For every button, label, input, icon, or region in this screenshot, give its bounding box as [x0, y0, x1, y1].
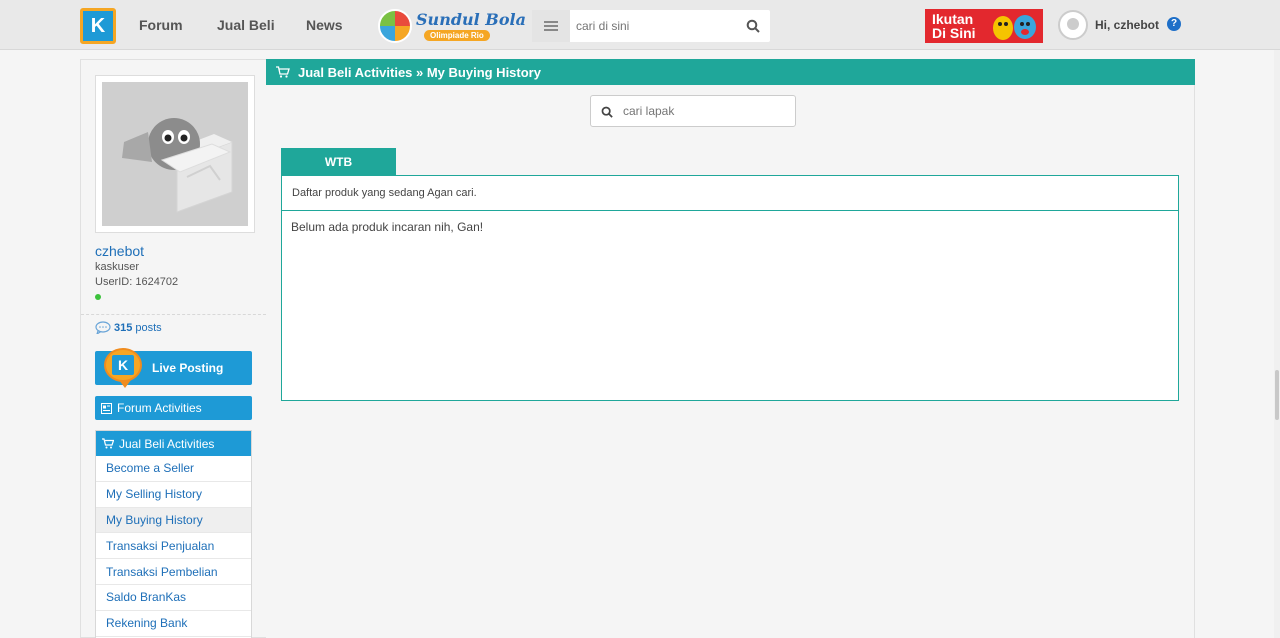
user-avatar[interactable] [1058, 10, 1088, 40]
top-navbar: K Forum Jual Beli News Sundul Bola Olimp… [0, 0, 1280, 50]
user-greeting[interactable]: Hi, czhebot [1095, 18, 1159, 32]
nav-jual-beli[interactable]: Jual Beli [217, 17, 275, 33]
online-status-indicator [95, 294, 101, 300]
live-posting-k: K [112, 355, 134, 375]
search-icon[interactable] [601, 106, 613, 118]
lapak-search-input[interactable] [623, 96, 783, 126]
divider [81, 314, 266, 315]
live-posting-icon: K [104, 348, 142, 388]
live-posting-label: Live Posting [152, 361, 224, 375]
menu-transaksi-pembelian[interactable]: Transaksi Pembelian [96, 559, 251, 585]
menu-buying-history[interactable]: My Buying History [96, 507, 251, 534]
main-content: Jual Beli Activities » My Buying History… [266, 59, 1195, 638]
mascot-box-icon [122, 118, 233, 213]
user-rank: kaskuser [95, 261, 140, 273]
live-posting-button[interactable]: K Live Posting [95, 348, 252, 388]
global-search [532, 10, 770, 42]
search-icon[interactable] [746, 19, 760, 33]
posts-link[interactable]: 315 posts [95, 321, 162, 334]
menu-button[interactable] [532, 10, 570, 42]
posts-label: posts [135, 321, 162, 334]
ball-icon [378, 9, 412, 43]
jual-beli-title: Jual Beli Activities [119, 436, 215, 451]
posts-count: 315 [114, 321, 133, 334]
ad-banner[interactable]: Ikutan Di Sini [925, 9, 1043, 43]
promo-title: Sundul Bola [416, 10, 526, 29]
list-icon [101, 402, 112, 414]
profile-sidebar: czhebot kaskuser UserID: 1624702 315 pos… [80, 59, 267, 638]
hamburger-icon [544, 21, 558, 31]
jual-beli-header[interactable]: Jual Beli Activities [96, 431, 251, 456]
forum-activities-label: Forum Activities [117, 401, 202, 415]
wtb-description: Daftar produk yang sedang Agan cari. [282, 176, 1178, 211]
help-icon[interactable]: ? [1167, 17, 1181, 31]
menu-selling-history[interactable]: My Selling History [96, 481, 251, 508]
logo-text: K [90, 14, 106, 37]
username-link[interactable]: czhebot [95, 243, 144, 259]
wtb-panel: Daftar produk yang sedang Agan cari. Bel… [281, 175, 1179, 401]
avatar-icon [1067, 18, 1079, 30]
nav-forum[interactable]: Forum [139, 17, 183, 33]
forum-activities-button[interactable]: Forum Activities [95, 396, 252, 420]
user-id: UserID: 1624702 [95, 276, 179, 288]
promo-subtitle: Olimpiade Rio [424, 30, 490, 41]
jual-beli-menu: Jual Beli Activities Become a Seller My … [95, 430, 252, 638]
empty-state-message: Belum ada produk incaran nih, Gan! [291, 220, 484, 234]
cart-icon [276, 66, 290, 78]
scrollbar-thumb[interactable] [1275, 370, 1279, 420]
menu-rekening-bank[interactable]: Rekening Bank [96, 610, 251, 637]
menu-transaksi-penjualan[interactable]: Transaksi Penjualan [96, 533, 251, 560]
chat-bubble-icon [95, 321, 111, 334]
search-input[interactable] [576, 10, 736, 42]
sundul-bola-logo[interactable]: Sundul Bola Olimpiade Rio [378, 9, 526, 43]
menu-saldo-brankas[interactable]: Saldo BranKas [96, 584, 251, 611]
default-avatar [102, 82, 248, 226]
breadcrumb: Jual Beli Activities » My Buying History [298, 64, 541, 80]
mascot-icon [993, 15, 1036, 40]
profile-avatar[interactable] [95, 75, 255, 233]
tab-wtb[interactable]: WTB [281, 148, 396, 181]
cart-icon [102, 438, 114, 449]
kaskus-logo[interactable]: K [80, 8, 116, 44]
lapak-search [590, 95, 796, 127]
page-title-bar: Jual Beli Activities » My Buying History [266, 59, 1195, 85]
page-scrollbar[interactable] [1274, 50, 1280, 638]
nav-news[interactable]: News [306, 17, 343, 33]
menu-become-seller[interactable]: Become a Seller [96, 456, 251, 482]
